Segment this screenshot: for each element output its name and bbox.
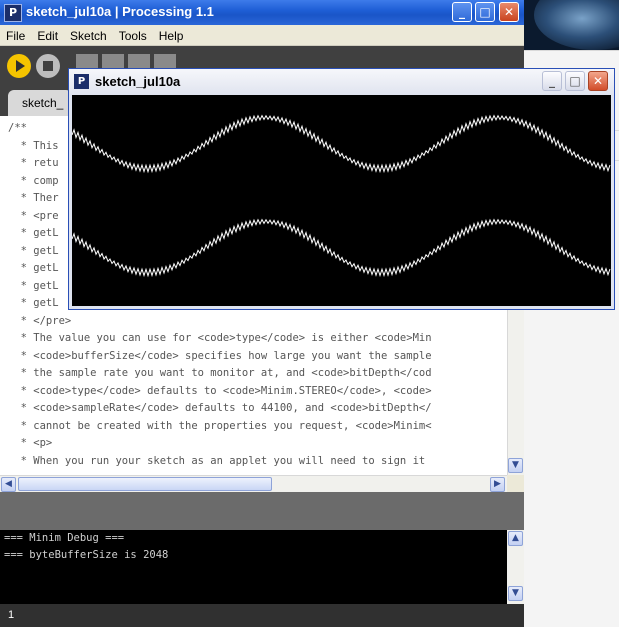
sketch-app-icon: P — [74, 74, 89, 89]
code-line: * <code>bufferSize</code> specifies how … — [8, 349, 432, 362]
desktop-wallpaper — [524, 0, 619, 50]
console: === Minim Debug === === byteBufferSize is… — [0, 530, 507, 604]
stop-icon[interactable] — [36, 54, 60, 78]
sketch-close-icon[interactable]: ✕ — [588, 71, 608, 91]
console-scroll-down-icon[interactable]: ▼ — [508, 586, 523, 601]
waveform-left-channel — [71, 114, 611, 174]
play-icon[interactable] — [7, 54, 31, 78]
code-line: * When you run your sketch as an applet … — [8, 454, 426, 467]
processing-app-icon: P — [4, 4, 22, 22]
maximize-icon[interactable]: □ — [475, 2, 495, 22]
console-scroll-up-icon[interactable]: ▲ — [508, 531, 523, 546]
code-line: * </pre> — [8, 314, 72, 327]
menu-edit[interactable]: Edit — [31, 26, 64, 43]
waveform-display — [71, 114, 611, 278]
scrollbar-corner — [507, 475, 524, 492]
line-number: 1 — [8, 609, 15, 621]
minimize-icon[interactable]: _ — [452, 2, 472, 22]
line-number-bar: 1 — [0, 604, 524, 627]
scroll-left-icon[interactable]: ◀ — [1, 477, 16, 492]
code-line: * cannot be created with the properties … — [8, 419, 432, 432]
sketch-window: P sketch_jul10a _ □ ✕ — [68, 68, 615, 310]
console-line: === byteBufferSize is 2048 — [4, 549, 169, 561]
tab-sketch[interactable]: sketch_ — [8, 90, 72, 116]
menu-file[interactable]: File — [0, 26, 31, 43]
sketch-maximize-icon[interactable]: □ — [565, 71, 585, 91]
message-area — [0, 492, 524, 530]
menu-bar: File Edit Sketch Tools Help — [0, 25, 524, 46]
menu-help[interactable]: Help — [153, 26, 190, 43]
sketch-minimize-icon[interactable]: _ — [542, 71, 562, 91]
console-scrollbar[interactable]: ▲ ▼ — [507, 530, 524, 604]
sketch-canvas[interactable] — [71, 95, 611, 306]
title-bar[interactable]: P sketch_jul10a | Processing 1.1 _ □ ✕ — [0, 0, 524, 25]
horizontal-scroll-thumb[interactable] — [18, 477, 272, 491]
editor-horizontal-scrollbar[interactable]: ◀ ▶ — [0, 475, 507, 492]
code-line: * the sample rate you want to monitor at… — [8, 367, 432, 379]
scroll-right-icon[interactable]: ▶ — [490, 477, 505, 492]
code-line: * <p> — [8, 437, 53, 449]
console-line: === Minim Debug === — [4, 532, 125, 544]
sketch-title-bar[interactable]: P sketch_jul10a _ □ ✕ — [69, 69, 614, 95]
code-line: * <code>sampleRate</code> defaults to 44… — [8, 402, 432, 414]
waveform-right-channel — [71, 218, 611, 278]
code-line: * The value you can use for <code>type</… — [8, 332, 432, 344]
close-icon[interactable]: ✕ — [499, 2, 519, 22]
scroll-down-icon[interactable]: ▼ — [508, 458, 523, 473]
code-line: * <code>type</code> defaults to <code>Mi… — [8, 384, 432, 397]
sketch-window-title: sketch_jul10a — [95, 74, 181, 89]
menu-tools[interactable]: Tools — [113, 26, 153, 43]
menu-sketch[interactable]: Sketch — [64, 26, 113, 43]
window-title: sketch_jul10a | Processing 1.1 — [26, 4, 214, 19]
